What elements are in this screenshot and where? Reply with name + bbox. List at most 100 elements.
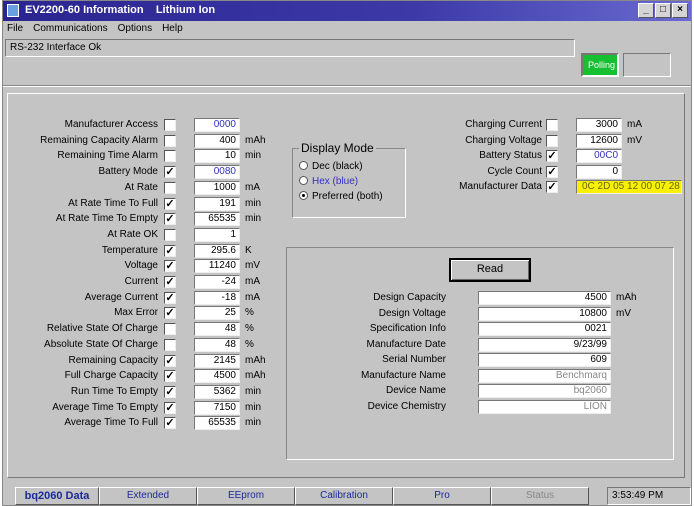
tab-pro[interactable]: Pro xyxy=(393,487,491,505)
cycle-count-label: Cycle Count xyxy=(487,165,542,177)
average-time-to-full-checkbox[interactable]: ✓ xyxy=(164,417,176,430)
charging-current-row: Charging Current 3000 mA xyxy=(8,118,684,134)
design-voltage-value[interactable]: 10800 xyxy=(478,306,611,321)
serial-number-label: Serial Number xyxy=(382,354,446,365)
device-name-value[interactable]: bq2060 xyxy=(478,384,611,398)
at-rate-ok-label: At Rate OK xyxy=(107,228,158,240)
temperature-unit: K xyxy=(245,244,252,256)
menu-bar: File Communications Options Help xyxy=(7,23,183,37)
current-checkbox[interactable]: ✓ xyxy=(164,276,176,288)
charging-voltage-checkbox[interactable] xyxy=(546,134,558,147)
menu-file[interactable]: File xyxy=(7,23,23,37)
cycle-count-row: Cycle Count ✓ 0 xyxy=(8,164,684,181)
voltage-value[interactable]: 11240 xyxy=(194,259,240,274)
manufacturer-data-row: Manufacturer Data ✓ 0C 2D 05 12 00 07 28 xyxy=(8,180,684,196)
at-rate-ok-checkbox[interactable] xyxy=(164,228,176,241)
average-time-to-full-value[interactable]: 65535 xyxy=(194,416,240,431)
device-chemistry-value[interactable]: LION xyxy=(478,399,611,414)
temperature-label: Temperature xyxy=(101,244,158,256)
battery-status-value[interactable]: 00C0 xyxy=(576,149,622,163)
current-value[interactable]: -24 xyxy=(194,275,240,289)
manufacture-date-value[interactable]: 9/23/99 xyxy=(478,337,611,352)
design-voltage-unit: mV xyxy=(616,307,631,319)
app-window: EV2200-60 Information Lithium Ion _ □ × … xyxy=(2,0,692,506)
status-text: RS-232 Interface Ok xyxy=(5,39,575,57)
title-bar[interactable]: EV2200-60 Information Lithium Ion _ □ × xyxy=(3,1,691,21)
battery-status-label: Battery Status xyxy=(479,150,542,161)
maximize-button[interactable]: □ xyxy=(655,3,671,18)
tab-status: Status xyxy=(491,487,589,505)
at-rate-time-to-empty-value[interactable]: 65535 xyxy=(194,212,240,227)
at-rate-time-to-empty-checkbox[interactable]: ✓ xyxy=(164,213,176,226)
serial-number-value[interactable]: 609 xyxy=(478,353,611,367)
current-label: Current xyxy=(124,276,158,287)
voltage-label: Voltage xyxy=(124,260,158,272)
current-unit: mA xyxy=(245,276,260,287)
manufacturer-data-checkbox[interactable]: ✓ xyxy=(546,181,558,193)
charging-current-value[interactable]: 3000 xyxy=(576,118,622,132)
manufacture-name-row: Manufacture Name Benchmarq xyxy=(8,368,684,385)
battery-status-checkbox[interactable]: ✓ xyxy=(546,150,558,162)
voltage-unit: mV xyxy=(245,260,260,272)
device-chemistry-label: Device Chemistry xyxy=(367,400,446,412)
design-capacity-unit: mAh xyxy=(616,292,637,303)
at-rate-time-to-full-value[interactable]: 191 xyxy=(194,196,240,211)
data-panel: Manufacturer Access 0000 Remaining Capacit… xyxy=(7,93,685,478)
charging-voltage-label: Charging Voltage xyxy=(465,134,542,146)
polling-indicator: Polling xyxy=(581,53,619,77)
design-capacity-row: Design Capacity 4500 mAh xyxy=(8,291,684,307)
cycle-count-value[interactable]: 0 xyxy=(576,164,622,179)
at-rate-ok-value[interactable]: 1 xyxy=(194,227,240,242)
voltage-checkbox[interactable]: ✓ xyxy=(164,260,176,273)
specification-info-label: Specification Info xyxy=(369,323,446,334)
tab-bq2060-data[interactable]: bq2060 Data xyxy=(15,487,99,505)
design-capacity-value[interactable]: 4500 xyxy=(478,291,611,305)
menu-options[interactable]: Options xyxy=(118,23,152,37)
design-voltage-label: Design Voltage xyxy=(378,307,446,319)
minimize-button[interactable]: _ xyxy=(638,3,654,18)
at-rate-time-to-empty-unit: min xyxy=(245,213,262,225)
device-chemistry-row: Device Chemistry LION xyxy=(8,399,684,416)
at-rate-time-to-full-label: At Rate Time To Full xyxy=(68,197,158,209)
design-voltage-row: Design Voltage 10800 mV xyxy=(8,306,684,323)
at-rate-time-to-full-unit: min xyxy=(245,197,262,209)
manufacturer-data-label: Manufacturer Data xyxy=(459,181,542,192)
close-button[interactable]: × xyxy=(672,3,688,18)
temperature-checkbox[interactable]: ✓ xyxy=(164,244,176,257)
clock: 3:53:49 PM xyxy=(607,487,691,505)
menu-help[interactable]: Help xyxy=(162,23,183,37)
manufacture-name-label: Manufacture Name xyxy=(360,369,446,381)
specification-info-value[interactable]: 0021 xyxy=(478,322,611,336)
at-rate-time-to-full-checkbox[interactable]: ✓ xyxy=(164,197,176,210)
manufacturer-data-value[interactable]: 0C 2D 05 12 00 07 28 xyxy=(576,180,682,194)
device-name-label: Device Name xyxy=(385,385,446,396)
serial-number-row: Serial Number 609 xyxy=(8,353,684,369)
charging-voltage-value[interactable]: 12600 xyxy=(576,133,622,148)
charging-current-unit: mA xyxy=(627,119,642,130)
at-rate-time-to-empty-label: At Rate Time To Empty xyxy=(55,213,158,225)
tab-bar: bq2060 Data Extended EEprom Calibration Pro S… xyxy=(15,487,589,505)
device-name-row: Device Name bq2060 xyxy=(8,384,684,400)
average-time-to-full-unit: min xyxy=(245,417,262,429)
at-rate-ok-row: At Rate OK 1 xyxy=(8,227,684,244)
manufacture-date-label: Manufacture Date xyxy=(366,338,447,350)
specification-info-row: Specification Info 0021 xyxy=(8,322,684,338)
menu-communications[interactable]: Communications xyxy=(33,23,107,37)
tab-eeprom[interactable]: EEprom xyxy=(197,487,295,505)
tab-calibration[interactable]: Calibration xyxy=(295,487,393,505)
manufacture-name-value[interactable]: Benchmarq xyxy=(478,368,611,383)
tab-extended[interactable]: Extended xyxy=(99,487,197,505)
charging-current-checkbox[interactable] xyxy=(546,119,558,131)
charging-voltage-row: Charging Voltage 12600 mV xyxy=(8,133,684,150)
battery-status-row: Battery Status ✓ 00C0 xyxy=(8,149,684,165)
status-box xyxy=(623,53,671,77)
divider xyxy=(3,85,691,87)
read-button[interactable]: Read xyxy=(449,258,531,282)
app-icon xyxy=(7,4,19,17)
manufacture-date-row: Manufacture Date 9/23/99 xyxy=(8,337,684,354)
window-title: EV2200-60 Information Lithium Ion xyxy=(25,4,216,16)
cycle-count-checkbox[interactable]: ✓ xyxy=(546,165,558,178)
charging-voltage-unit: mV xyxy=(627,134,642,146)
temperature-value[interactable]: 295.6 xyxy=(194,243,240,258)
average-time-to-full-label: Average Time To Full xyxy=(64,417,158,429)
